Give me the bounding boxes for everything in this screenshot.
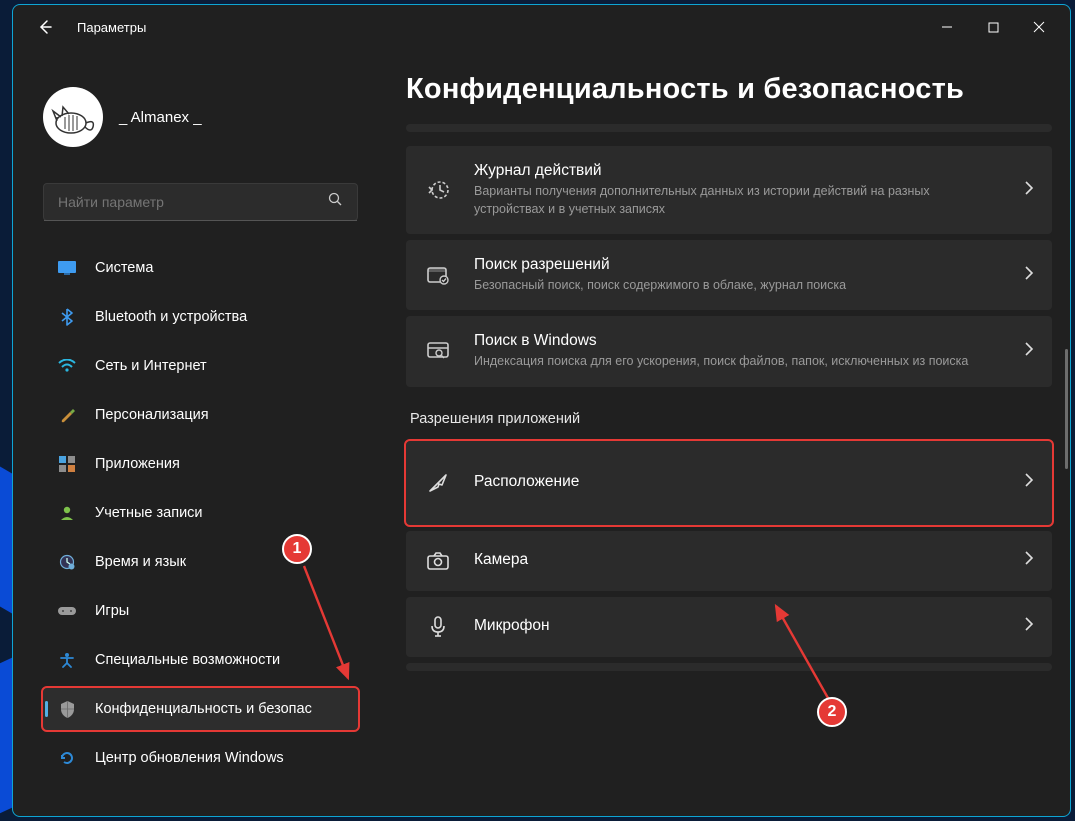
content-area: _ Almanex _ Система: [13, 49, 1070, 816]
card-microphone[interactable]: Микрофон: [406, 597, 1052, 657]
partial-card-bottom[interactable]: [406, 663, 1052, 671]
sidebar-item-accounts[interactable]: Учетные записи: [43, 492, 358, 534]
avatar-image: [49, 97, 97, 137]
minimize-icon: [941, 21, 953, 33]
search-box[interactable]: [43, 183, 358, 221]
nav-list: Система Bluetooth и устройства Сеть и Ин…: [43, 247, 358, 786]
apps-icon: [57, 456, 77, 472]
sidebar-item-label: Время и язык: [95, 554, 186, 570]
card-search-windows[interactable]: Поиск в Windows Индексация поиска для ег…: [406, 316, 1052, 386]
clock-icon: [57, 554, 77, 570]
card-subtitle: Варианты получения дополнительных данных…: [474, 182, 1002, 218]
scrollbar-thumb[interactable]: [1065, 349, 1068, 469]
sidebar-item-gaming[interactable]: Игры: [43, 590, 358, 632]
sidebar-item-label: Центр обновления Windows: [95, 750, 284, 766]
sidebar-item-apps[interactable]: Приложения: [43, 443, 358, 485]
chevron-right-icon: [1024, 473, 1034, 492]
settings-window: Параметры: [12, 4, 1071, 817]
gamepad-icon: [57, 605, 77, 617]
annotation-badge-1: 1: [282, 534, 312, 564]
card-activity-history[interactable]: Журнал действий Варианты получения допол…: [406, 146, 1052, 234]
sidebar-item-label: Bluetooth и устройства: [95, 309, 247, 325]
card-subtitle: Безопасный поиск, поиск содержимого в об…: [474, 276, 1002, 294]
card-title: Поиск разрешений: [474, 256, 1002, 274]
card-title: Журнал действий: [474, 162, 1002, 180]
camera-icon: [424, 551, 452, 571]
section-header-app-permissions: Разрешения приложений: [410, 411, 1052, 427]
desktop-bg-fragment: [0, 467, 12, 614]
page-title: Конфиденциальность и безопасность: [406, 73, 1052, 106]
back-button[interactable]: [31, 13, 59, 41]
brush-icon: [57, 407, 77, 423]
sidebar-item-privacy[interactable]: Конфиденциальность и безопас: [43, 688, 358, 730]
profile-block[interactable]: _ Almanex _: [43, 87, 358, 147]
card-title: Расположение: [474, 473, 1002, 491]
chevron-right-icon: [1024, 266, 1034, 285]
window-controls: [924, 11, 1062, 43]
search-perm-icon: [424, 264, 452, 286]
sidebar-item-label: Персонализация: [95, 407, 209, 423]
chevron-right-icon: [1024, 342, 1034, 361]
sidebar-item-label: Учетные записи: [95, 505, 203, 521]
update-icon: [57, 750, 77, 766]
avatar: [43, 87, 103, 147]
sidebar-item-accessibility[interactable]: Специальные возможности: [43, 639, 358, 681]
activity-icon: [424, 178, 452, 202]
card-title: Поиск в Windows: [474, 332, 1002, 350]
search-icon: [328, 192, 343, 212]
chevron-right-icon: [1024, 617, 1034, 636]
sidebar: _ Almanex _ Система: [13, 49, 376, 816]
card-title: Микрофон: [474, 617, 1002, 635]
sidebar-item-label: Сеть и Интернет: [95, 358, 207, 374]
card-camera[interactable]: Камера: [406, 531, 1052, 591]
sidebar-item-label: Система: [95, 260, 153, 276]
arrow-left-icon: [37, 19, 53, 35]
username: _ Almanex _: [119, 109, 202, 126]
minimize-button[interactable]: [924, 11, 970, 43]
chevron-right-icon: [1024, 181, 1034, 200]
close-icon: [1033, 21, 1045, 33]
maximize-icon: [988, 22, 999, 33]
sidebar-item-network[interactable]: Сеть и Интернет: [43, 345, 358, 387]
search-input[interactable]: [58, 194, 328, 210]
search-win-icon: [424, 340, 452, 362]
sidebar-item-bluetooth[interactable]: Bluetooth и устройства: [43, 296, 358, 338]
accessibility-icon: [57, 652, 77, 668]
partial-card-top[interactable]: [406, 124, 1052, 132]
sidebar-item-label: Приложения: [95, 456, 180, 472]
sidebar-item-label: Конфиденциальность и безопас: [95, 701, 312, 717]
annotation-badge-2: 2: [817, 697, 847, 727]
card-title: Камера: [474, 551, 1002, 569]
wifi-icon: [57, 359, 77, 373]
sidebar-item-personalization[interactable]: Персонализация: [43, 394, 358, 436]
window-title: Параметры: [77, 20, 146, 35]
close-button[interactable]: [1016, 11, 1062, 43]
card-location[interactable]: Расположение: [406, 441, 1052, 525]
person-icon: [57, 505, 77, 521]
system-icon: [57, 261, 77, 275]
maximize-button[interactable]: [970, 11, 1016, 43]
chevron-right-icon: [1024, 551, 1034, 570]
sidebar-item-windows-update[interactable]: Центр обновления Windows: [43, 737, 358, 779]
sidebar-item-system[interactable]: Система: [43, 247, 358, 289]
card-search-permissions[interactable]: Поиск разрешений Безопасный поиск, поиск…: [406, 240, 1052, 310]
shield-icon: [57, 701, 77, 718]
main-panel: Конфиденциальность и безопасность Журнал…: [376, 49, 1070, 816]
bluetooth-icon: [57, 308, 77, 326]
microphone-icon: [424, 616, 452, 638]
sidebar-item-label: Игры: [95, 603, 129, 619]
location-icon: [424, 472, 452, 494]
sidebar-item-label: Специальные возможности: [95, 652, 280, 668]
card-subtitle: Индексация поиска для его ускорения, пои…: [474, 352, 1002, 370]
titlebar: Параметры: [13, 5, 1070, 49]
